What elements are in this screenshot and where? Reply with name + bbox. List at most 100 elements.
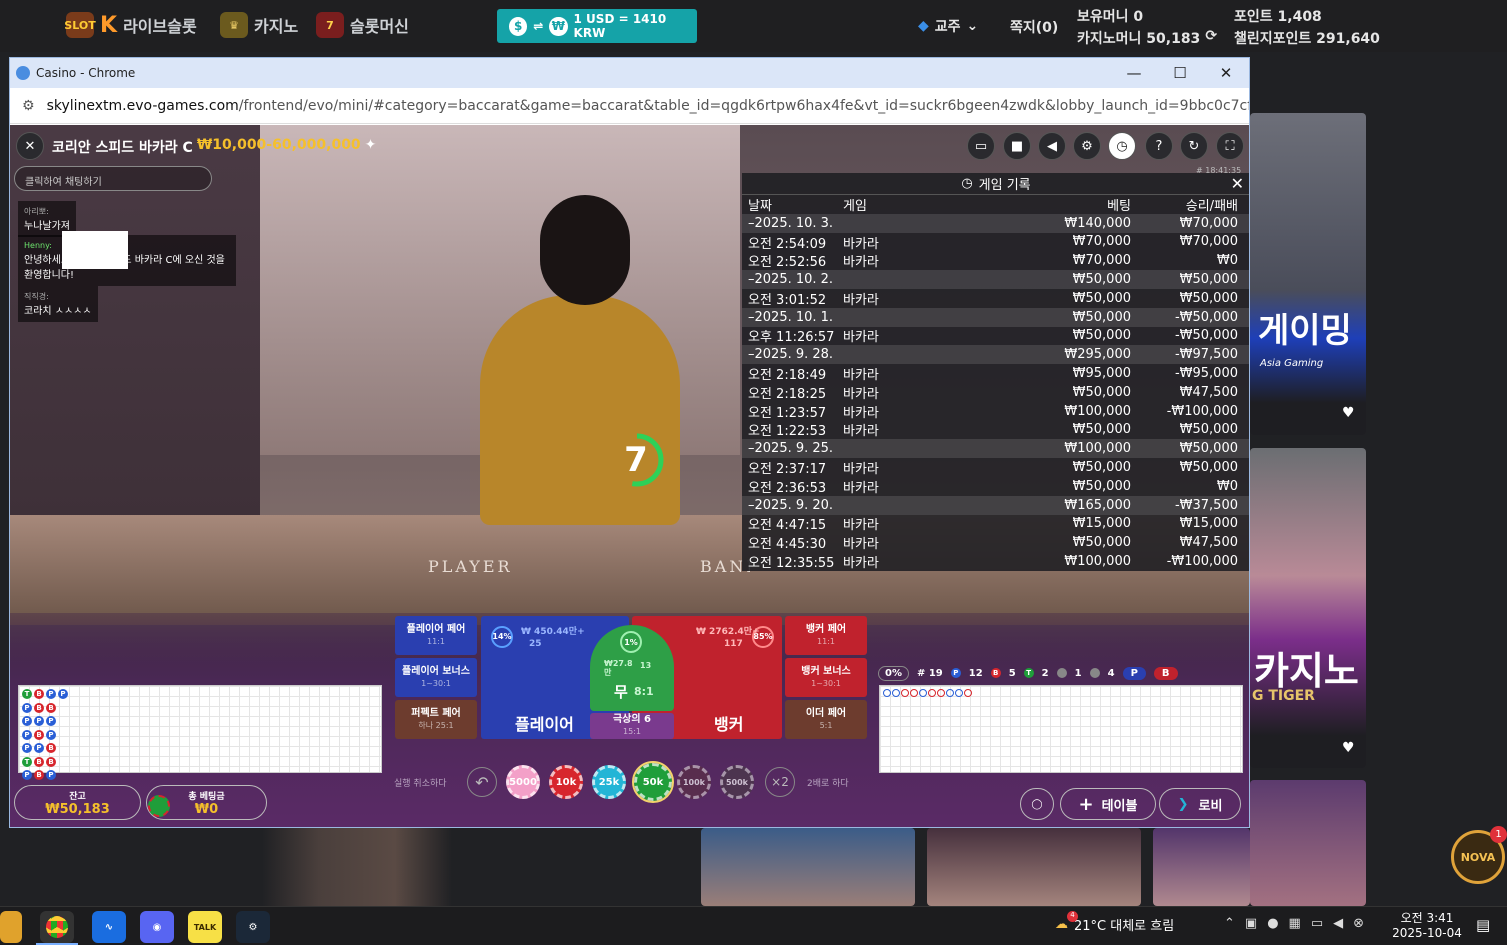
bead-dot (58, 743, 68, 753)
messages-link[interactable]: 쪽지(0) (1010, 17, 1058, 37)
banker-predict-button[interactable]: B (1153, 666, 1178, 680)
either-pair-bet[interactable]: 이더 페어 5:1 (785, 700, 867, 739)
game-card-5[interactable] (927, 828, 1141, 906)
nav-slot-machine[interactable]: 7 슬롯머신 (316, 12, 409, 38)
settings-icon[interactable]: ⚙ (1073, 132, 1101, 160)
discord-icon[interactable]: ◉ (140, 911, 174, 943)
big-road-ring (964, 689, 972, 697)
display-icon[interactable]: ▭ (1311, 916, 1323, 931)
won-icon: ₩ (549, 16, 568, 36)
notification-badge: 1 (1490, 826, 1507, 843)
history-row: 오전 4:47:15 바카라 ₩15,000 ₩15,000 (748, 516, 1238, 534)
banker-bonus-bet[interactable]: 뱅커 보너스 1~30:1 (785, 658, 867, 697)
banker-pair-bet[interactable]: 뱅커 페어 11:1 (785, 616, 867, 655)
game-card-4[interactable] (701, 828, 915, 906)
player-bonus-bet[interactable]: 플레이어 보너스 1~30:1 (395, 658, 477, 697)
history-row: 오전 2:52:56 바카라 ₩70,000 ₩0 (748, 253, 1238, 271)
messenger-icon[interactable]: ∿ (92, 911, 126, 943)
chip-500k[interactable]: 500k (720, 765, 754, 799)
minimize-button[interactable]: — (1111, 58, 1157, 88)
balance-display: 잔고 ₩50,183 (14, 785, 141, 820)
k-logo-icon: K (100, 12, 118, 38)
lobby-button[interactable]: ❯ 로비 (1159, 788, 1241, 820)
steam-icon[interactable]: ⚙ (236, 911, 270, 943)
close-circle-icon[interactable]: ⊗ (1353, 916, 1364, 931)
chevron-down-icon: ⌄ (966, 18, 979, 34)
refresh-icon[interactable]: ⟳ (1205, 28, 1217, 48)
user-menu[interactable]: ◆ 교주 ⌄ (918, 16, 978, 36)
chip-5000[interactable]: 5000 (506, 765, 540, 799)
chat-bubble-button[interactable]: ◯ (1020, 788, 1054, 820)
table-button[interactable]: + 테이블 (1060, 788, 1156, 820)
notification-icon[interactable]: ▤ (1476, 916, 1490, 934)
slot-icon: SLOT (64, 12, 96, 38)
kakaotalk-icon[interactable]: TALK (188, 911, 222, 943)
fullscreen-icon[interactable]: ⛶ (1216, 132, 1244, 160)
chat-input[interactable]: 클릭하여 채팅하기 (14, 166, 212, 191)
history-header: 날짜 게임 베팅 승리/패배 (748, 198, 1238, 214)
volume-icon[interactable]: ◀ (1038, 132, 1066, 160)
perfect-pair-bet[interactable]: 퍼펙트 페어 하나 25:1 (395, 700, 477, 739)
maximize-button[interactable]: ☐ (1157, 58, 1203, 88)
user-rank-icon: ◆ (918, 18, 929, 34)
game-card-6[interactable] (1153, 828, 1250, 906)
undo-button[interactable]: ↶ (467, 767, 497, 797)
tray-app-icon[interactable]: ▣ (1245, 916, 1257, 931)
chip-100k[interactable]: 100k (677, 765, 711, 799)
heart-icon[interactable]: ♥ (1342, 405, 1355, 421)
chip-50k[interactable]: 50k (632, 761, 674, 803)
bead-dot: P (34, 716, 44, 726)
chat-icon[interactable]: ▭ (967, 132, 995, 160)
chip-25k[interactable]: 25k (592, 765, 626, 799)
clock[interactable]: 오전 3:41 2025-10-04 (1392, 909, 1462, 940)
site-settings-icon[interactable]: ⚙ (22, 98, 35, 114)
microphone-icon[interactable]: ● (1267, 916, 1278, 931)
speaker-icon[interactable]: ◀ (1333, 916, 1343, 931)
bead-dot: P (22, 770, 32, 780)
big-road-ring (901, 689, 909, 697)
player-pair-icon (1056, 668, 1067, 678)
big-road-ring (928, 689, 936, 697)
game-card-3[interactable] (1250, 780, 1366, 906)
history-icon[interactable]: ◷ (1108, 132, 1136, 160)
address-bar[interactable]: ⚙ skylinextm.evo-games.com/frontend/evo/… (10, 88, 1249, 124)
file-explorer-icon[interactable] (0, 911, 22, 943)
slot-machine-icon: 7 (316, 12, 344, 38)
history-row: 오전 1:23:57 바카라 ₩100,000 -₩100,000 (748, 403, 1238, 421)
bead-dot: P (22, 702, 32, 713)
background-figure (262, 828, 452, 906)
player-pair-bet[interactable]: 플레이어 페어 11:1 (395, 616, 477, 655)
bead-dot (58, 770, 68, 780)
chip-10k[interactable]: 10k (549, 765, 583, 799)
game-card-asia-gaming[interactable]: 게이밍 Asia Gaming ♥ (1250, 113, 1366, 435)
bead-dot: B (34, 702, 44, 713)
nav-casino[interactable]: ♛ 카지노 (220, 12, 298, 38)
history-row: 오전 2:18:25 바카라 ₩50,000 ₩47,500 (748, 384, 1238, 402)
bead-dot: B (46, 743, 56, 753)
network-icon[interactable]: ▦ (1289, 916, 1301, 931)
heart-icon[interactable]: ♥ (1342, 740, 1355, 756)
chrome-icon[interactable] (40, 911, 74, 943)
tie-bet[interactable]: 1% ₩27.8만 13 무 8:1 (590, 625, 674, 711)
help-icon[interactable]: ? (1145, 132, 1173, 160)
video-icon[interactable]: ■ (1003, 132, 1031, 160)
bead-dot: T (22, 756, 32, 767)
redacted-box (62, 231, 128, 269)
game-card-g-tiger[interactable]: 카지노 G TIGER ♥ (1250, 448, 1366, 768)
bead-dot: B (34, 770, 44, 780)
history-row: 오전 4:45:30 바카라 ₩50,000 ₩47,500 (748, 535, 1238, 553)
nav-live-slot[interactable]: SLOT K 라이브슬롯 (64, 12, 197, 38)
close-game-button[interactable]: ✕ (16, 132, 44, 160)
close-window-button[interactable]: ✕ (1203, 58, 1249, 88)
player-predict-button[interactable]: P (1122, 666, 1146, 680)
close-history-button[interactable]: ✕ (1231, 174, 1244, 193)
chevron-up-icon[interactable]: ⌃ (1224, 916, 1235, 931)
url-text[interactable]: skylinextm.evo-games.com/frontend/evo/mi… (47, 98, 1249, 114)
chip-stack-icon (148, 795, 170, 817)
double-button[interactable]: ×2 (765, 767, 795, 797)
super6-bet[interactable]: 극상의 6 15:1 (590, 713, 674, 739)
rotate-icon[interactable]: ↻ (1180, 132, 1208, 160)
pin-icon[interactable]: ✦ (365, 137, 377, 157)
banker-pair-icon (1089, 668, 1100, 678)
weather-widget[interactable]: ☁ 4 21°C 대체로 흐림 (1055, 911, 1174, 934)
